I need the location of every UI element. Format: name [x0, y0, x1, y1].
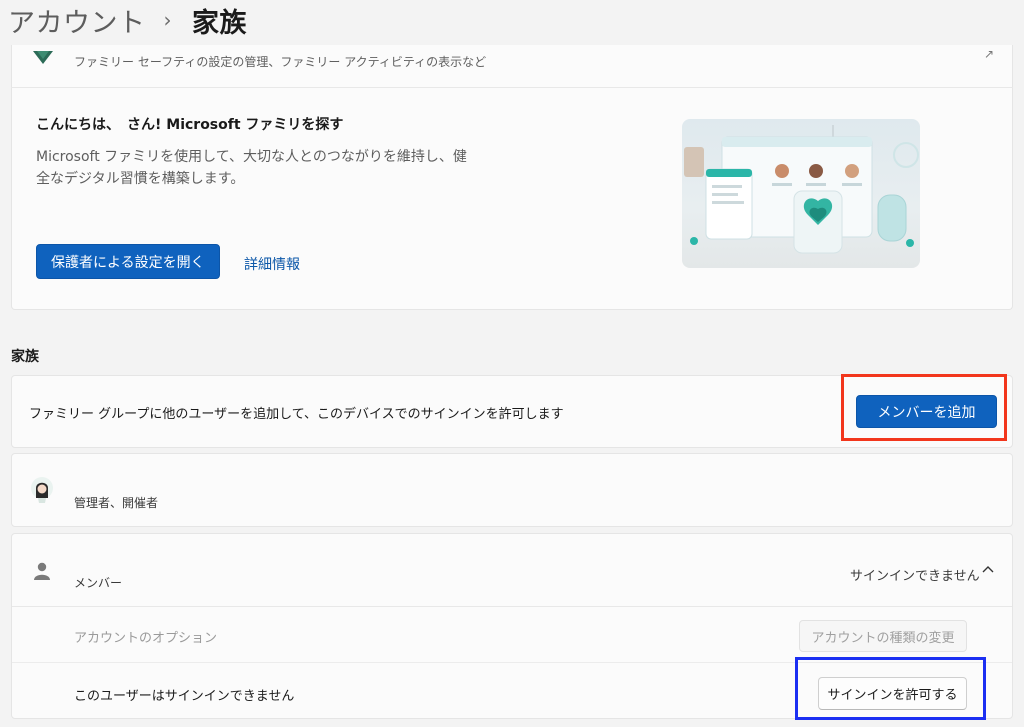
member-header[interactable]: メンバー サインインできません — [12, 534, 1012, 607]
change-account-type-button[interactable]: アカウントの種類の変更 — [799, 620, 967, 652]
family-safety-icon — [33, 51, 53, 64]
breadcrumb-separator: › — [163, 8, 172, 32]
family-safety-row[interactable]: ファミリー セーフティの設定の管理、ファミリー アクティビティの表示など ↗ — [11, 45, 1013, 88]
add-member-description: ファミリー グループに他のユーザーを追加して、このデバイスでのサインインを許可し… — [29, 407, 564, 422]
external-link-icon: ↗ — [983, 47, 994, 61]
family-illustration — [682, 119, 920, 268]
open-parental-controls-button[interactable]: 保護者による設定を開く — [36, 244, 220, 279]
promo-description: Microsoft ファミリを使用して、大切な人とのつながりを維持し、健全なデジ… — [36, 149, 467, 187]
page-title: アカウント › 家族 — [8, 0, 247, 40]
breadcrumb-accounts[interactable]: アカウント — [8, 1, 146, 40]
family-section-label: 家族 — [11, 349, 39, 365]
member-status: サインインできません — [850, 569, 980, 584]
account-options-label: アカウントのオプション — [74, 631, 218, 646]
member-role-label: メンバー — [74, 576, 123, 590]
red-highlight-box — [841, 374, 1007, 441]
family-promo-card: こんにちは、 さん! Microsoft ファミリを探す Microsoft フ… — [11, 88, 1013, 310]
family-safety-subtitle: ファミリー セーフティの設定の管理、ファミリー アクティビティの表示など — [74, 55, 487, 69]
signin-status-label: このユーザーはサインインできません — [74, 689, 295, 704]
admin-member-row[interactable]: 管理者、開催者 — [11, 453, 1013, 527]
admin-role-label: 管理者、開催者 — [74, 496, 159, 510]
person-icon — [34, 562, 50, 580]
blue-highlight-box — [795, 657, 986, 720]
account-options-row: アカウントのオプション アカウントの種類の変更 — [12, 607, 1012, 663]
breadcrumb-family: 家族 — [192, 7, 247, 39]
avatar — [31, 477, 53, 503]
details-link[interactable]: 詳細情報 — [244, 254, 300, 274]
chevron-up-icon[interactable] — [981, 562, 995, 576]
promo-heading: こんにちは、 さん! Microsoft ファミリを探す — [36, 117, 344, 133]
